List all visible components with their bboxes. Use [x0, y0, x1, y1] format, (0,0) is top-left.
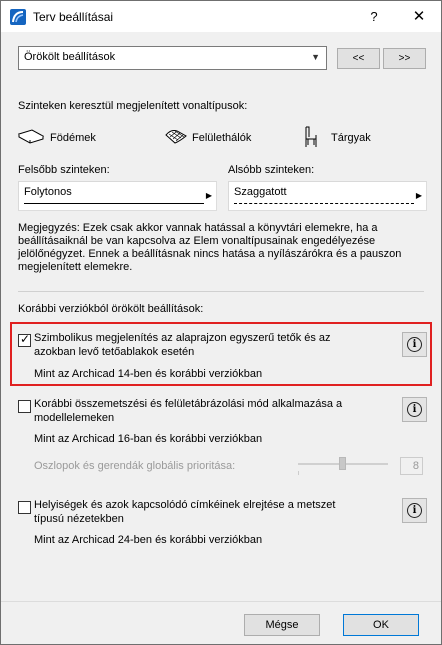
- slab-icon: [18, 129, 44, 144]
- previous-preset-button[interactable]: <<: [337, 48, 380, 69]
- option-sub-label: Mint az Archicad 14-ben és korábbi verzi…: [34, 368, 263, 380]
- upper-linetype-value: Folytonos: [24, 186, 72, 198]
- option-label: Korábbi összemetszési és felületábrázolá…: [34, 398, 343, 424]
- section-divider: [18, 291, 424, 292]
- legacy-heading: Korábbi verziókból örökölt beállítások:: [18, 303, 204, 315]
- info-button[interactable]: i: [402, 498, 427, 523]
- upper-linetype-button[interactable]: Folytonos ▶: [18, 181, 217, 211]
- dashed-line-preview: [234, 203, 414, 204]
- option-label: Helyiségek és azok kapcsolódó címkéinek …: [34, 499, 336, 525]
- hide-zones-checkbox[interactable]: [18, 501, 31, 514]
- legacy-intersection-checkbox[interactable]: [18, 400, 31, 413]
- chevron-down-icon: ▼: [311, 52, 320, 62]
- slider-ticks: [298, 471, 388, 475]
- lower-stories-label: Alsóbb szinteken:: [228, 164, 315, 176]
- linetype-item-meshes: Felülethálók: [192, 132, 252, 144]
- priority-value-field[interactable]: 8: [400, 457, 423, 475]
- lower-linetype-button[interactable]: Szaggatott ▶: [228, 181, 427, 211]
- option-sub-label: Mint az Archicad 16-ban és korábbi verzi…: [34, 433, 263, 445]
- solid-line-preview: [24, 203, 204, 204]
- title-bar: Terv beállításai ? ✕: [1, 1, 441, 32]
- option-sub-label: Mint az Archicad 24-ben és korábbi verzi…: [34, 534, 263, 546]
- priority-slider-thumb[interactable]: [339, 457, 346, 470]
- option-label: Szimbolikus megjelenítés az alaprajzon e…: [34, 332, 331, 358]
- arrow-right-icon: ▶: [415, 191, 422, 200]
- upper-stories-label: Felsőbb szinteken:: [18, 164, 110, 176]
- help-button[interactable]: ?: [357, 1, 391, 32]
- lower-linetype-value: Szaggatott: [234, 186, 287, 198]
- info-button[interactable]: i: [402, 332, 427, 357]
- dialog-window: Terv beállításai ? ✕ Örökölt beállítások…: [0, 0, 442, 645]
- cancel-button[interactable]: Mégse: [244, 614, 320, 636]
- linetype-item-slabs: Födémek: [50, 132, 96, 144]
- archicad-app-icon: [10, 9, 26, 25]
- info-icon: i: [407, 503, 422, 518]
- symbolic-roof-checkbox[interactable]: [18, 332, 31, 347]
- priority-label: Oszlopok és gerendák globális prioritása…: [34, 460, 236, 472]
- info-icon: i: [407, 337, 422, 352]
- note-text: Megjegyzés: Ezek csak akkor vannak hatás…: [18, 222, 402, 273]
- preset-dropdown[interactable]: Örökölt beállítások ▼: [18, 46, 327, 70]
- next-preset-button[interactable]: >>: [383, 48, 426, 69]
- ok-button[interactable]: OK: [343, 614, 419, 636]
- window-title: Terv beállításai: [33, 10, 114, 24]
- chair-icon: [305, 126, 317, 147]
- footer-divider: [1, 601, 441, 602]
- info-button[interactable]: i: [402, 397, 427, 422]
- mesh-icon: [165, 130, 187, 144]
- linetypes-heading: Szinteken keresztül megjelenített vonalt…: [18, 100, 248, 112]
- linetype-item-objects: Tárgyak: [331, 132, 371, 144]
- preset-value: Örökölt beállítások: [24, 51, 116, 63]
- close-button[interactable]: ✕: [397, 1, 441, 32]
- arrow-right-icon: ▶: [205, 191, 212, 200]
- info-icon: i: [407, 402, 422, 417]
